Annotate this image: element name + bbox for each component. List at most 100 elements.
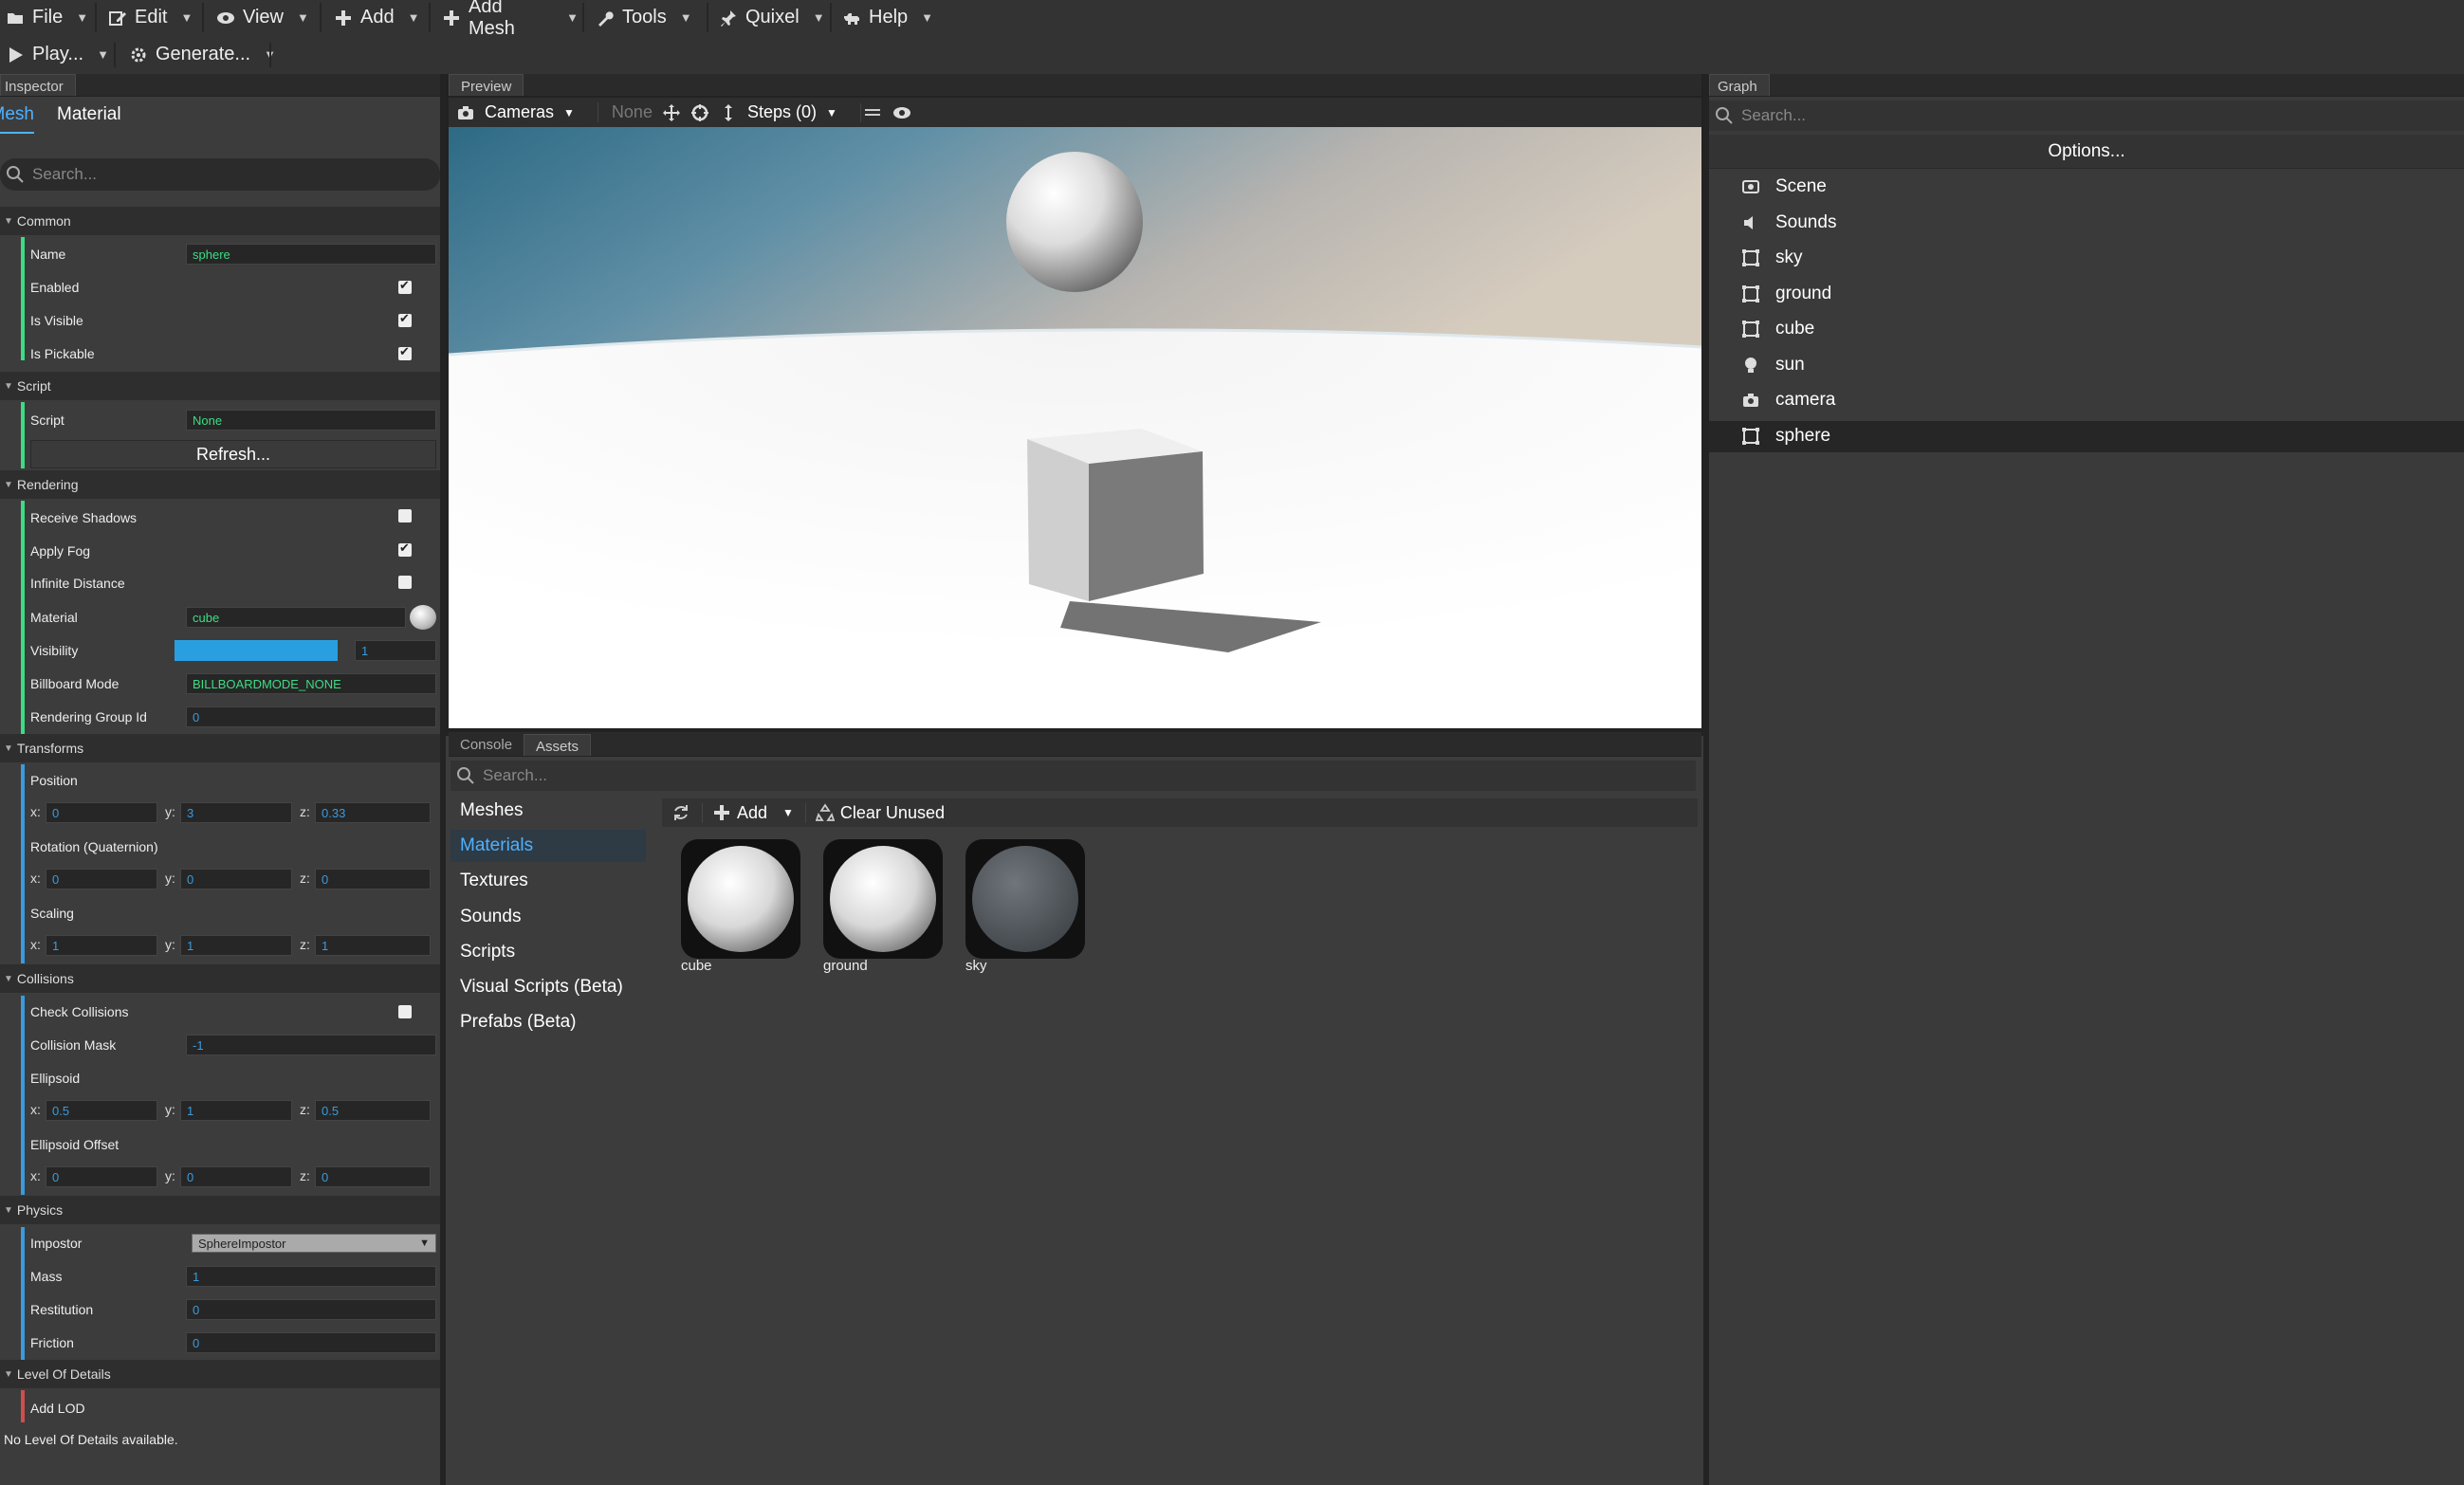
assets-search-input[interactable]: Search... xyxy=(451,761,1696,791)
mass-field[interactable]: 1 xyxy=(186,1266,436,1287)
graph-item-cube[interactable]: cube xyxy=(1741,313,1814,345)
graph-item-label: sky xyxy=(1775,248,1803,267)
rgroup-field[interactable]: 0 xyxy=(186,706,436,727)
section-physics[interactable]: ▼ Physics xyxy=(0,1196,440,1224)
plus-icon xyxy=(442,9,461,28)
asset-category-meshes[interactable]: Meshes xyxy=(451,795,646,827)
divider xyxy=(95,3,97,32)
graph-search-input[interactable]: Search... xyxy=(1709,101,2464,131)
menu-quixel[interactable]: Quixel ▼ xyxy=(713,0,827,35)
infinite-distance-checkbox[interactable] xyxy=(398,576,412,589)
preview-toolbar: Cameras ▼ None Steps (0) ▼ xyxy=(449,98,1701,127)
position-y-field[interactable]: 3 xyxy=(180,802,292,823)
ellipsoid-x-field[interactable]: 0.5 xyxy=(46,1100,157,1121)
script-field[interactable]: None xyxy=(186,410,436,431)
tab-material[interactable]: Material xyxy=(57,104,121,125)
graph-item-sounds[interactable]: Sounds xyxy=(1741,207,1836,239)
rotation-x-field[interactable]: 0 xyxy=(46,869,157,889)
visibility-field[interactable]: 1 xyxy=(355,640,436,661)
name-field[interactable]: sphere xyxy=(186,244,436,265)
section-collisions[interactable]: ▼ Collisions xyxy=(0,964,440,993)
play-button[interactable]: Play... ▼ xyxy=(0,35,109,74)
rotate-icon[interactable] xyxy=(690,103,709,122)
menu-help[interactable]: Help ▼ xyxy=(837,0,941,35)
move-icon[interactable] xyxy=(662,103,681,122)
cameras-dropdown[interactable]: Cameras xyxy=(485,102,554,122)
collision-mask-field[interactable]: -1 xyxy=(186,1035,436,1055)
pickable-checkbox[interactable] xyxy=(398,344,412,360)
none-button[interactable]: None xyxy=(597,102,653,122)
material-preview-sphere[interactable] xyxy=(410,605,436,630)
menu-tools[interactable]: Tools ▼ xyxy=(590,0,704,35)
section-common[interactable]: ▼ Common xyxy=(0,207,440,235)
asset-label: cube xyxy=(681,958,712,974)
refresh-button[interactable]: Refresh... xyxy=(30,440,436,468)
enabled-checkbox[interactable] xyxy=(398,278,412,294)
check-collisions-label: Check Collisions xyxy=(30,1004,129,1019)
refresh-icon[interactable] xyxy=(671,803,690,822)
graph-item-camera[interactable]: camera xyxy=(1741,384,1835,416)
check-collisions-checkbox[interactable] xyxy=(398,1005,412,1018)
section-lod[interactable]: ▼ Level Of Details xyxy=(0,1360,440,1388)
offset-y-field[interactable]: 0 xyxy=(180,1166,292,1187)
steps-dropdown[interactable]: Steps (0) xyxy=(747,102,817,122)
generate-button[interactable]: Generate...▼ xyxy=(123,35,276,74)
friction-field[interactable]: 0 xyxy=(186,1332,436,1353)
clear-unused-button[interactable]: Clear Unused xyxy=(804,802,945,823)
menu-view[interactable]: View ▼ xyxy=(211,0,315,35)
billboard-field[interactable]: BILLBOARDMODE_NONE xyxy=(186,673,436,694)
asset-thumbnail-cube[interactable] xyxy=(681,839,800,959)
asset-category-materials[interactable]: Materials xyxy=(451,830,646,863)
plus-icon xyxy=(712,803,731,822)
scaling-x-field[interactable]: 1 xyxy=(46,935,157,956)
scaling-y-field[interactable]: 1 xyxy=(180,935,292,956)
offset-z-field[interactable]: 0 xyxy=(315,1166,431,1187)
ellipsoid-z-field[interactable]: 0.5 xyxy=(315,1100,431,1121)
menu-file[interactable]: File ▼ xyxy=(0,0,93,35)
menu-add-mesh[interactable]: Add Mesh ▼ xyxy=(436,0,579,39)
asset-category-visual-scripts-beta[interactable]: Visual Scripts (Beta) xyxy=(451,971,646,1003)
axis-y-label: y: xyxy=(165,1168,175,1183)
material-field[interactable]: cube xyxy=(186,607,406,628)
scale-icon[interactable] xyxy=(719,103,738,122)
tab-console[interactable]: Console xyxy=(449,733,524,756)
restitution-field[interactable]: 0 xyxy=(186,1299,436,1320)
asset-thumbnail-ground[interactable] xyxy=(823,839,943,959)
graph-item-sun[interactable]: sun xyxy=(1741,349,1805,381)
rotation-z-field[interactable]: 0 xyxy=(315,869,431,889)
graph-item-ground[interactable]: ground xyxy=(1741,278,1831,310)
offset-x-field[interactable]: 0 xyxy=(46,1166,157,1187)
asset-category-prefabs-beta[interactable]: Prefabs (Beta) xyxy=(451,1006,646,1038)
asset-category-textures[interactable]: Textures xyxy=(451,865,646,897)
visibility-slider[interactable] xyxy=(175,640,338,661)
graph-item-sky[interactable]: sky xyxy=(1741,242,1803,274)
tab-mesh[interactable]: Mesh xyxy=(0,104,34,125)
assets-add-button[interactable]: Add ▼ xyxy=(702,802,794,823)
ellipsoid-y-field[interactable]: 1 xyxy=(180,1100,292,1121)
position-x-field[interactable]: 0 xyxy=(46,802,157,823)
section-script[interactable]: ▼ Script xyxy=(0,372,440,400)
rotation-y-field[interactable]: 0 xyxy=(180,869,292,889)
position-z-field[interactable]: 0.33 xyxy=(315,802,431,823)
impostor-select[interactable]: SphereImpostor ▼ xyxy=(192,1234,436,1253)
menu-edit[interactable]: Edit ▼ xyxy=(102,0,197,35)
section-transforms[interactable]: ▼ Transforms xyxy=(0,734,440,762)
3d-viewport[interactable] xyxy=(449,127,1701,728)
section-rendering[interactable]: ▼ Rendering xyxy=(0,470,440,499)
grid-icon[interactable] xyxy=(859,102,883,122)
asset-category-scripts[interactable]: Scripts xyxy=(451,936,646,968)
menu-add[interactable]: Add ▼ xyxy=(328,0,423,35)
add-lod-button[interactable]: Add LOD xyxy=(30,1398,85,1419)
receive-shadows-checkbox[interactable] xyxy=(398,509,412,522)
inspector-search-input[interactable]: Search... xyxy=(0,158,440,191)
scaling-z-field[interactable]: 1 xyxy=(315,935,431,956)
eye-icon[interactable] xyxy=(892,103,911,122)
apply-fog-checkbox[interactable] xyxy=(398,541,412,557)
graph-item-scene[interactable]: Scene xyxy=(1741,171,1827,203)
tab-assets[interactable]: Assets xyxy=(524,734,592,756)
asset-category-sounds[interactable]: Sounds xyxy=(451,901,646,933)
graph-item-sphere[interactable]: sphere xyxy=(1741,420,1830,452)
asset-thumbnail-sky[interactable] xyxy=(965,839,1085,959)
visible-checkbox[interactable] xyxy=(398,311,412,327)
options-button[interactable]: Options... xyxy=(1709,135,2464,169)
